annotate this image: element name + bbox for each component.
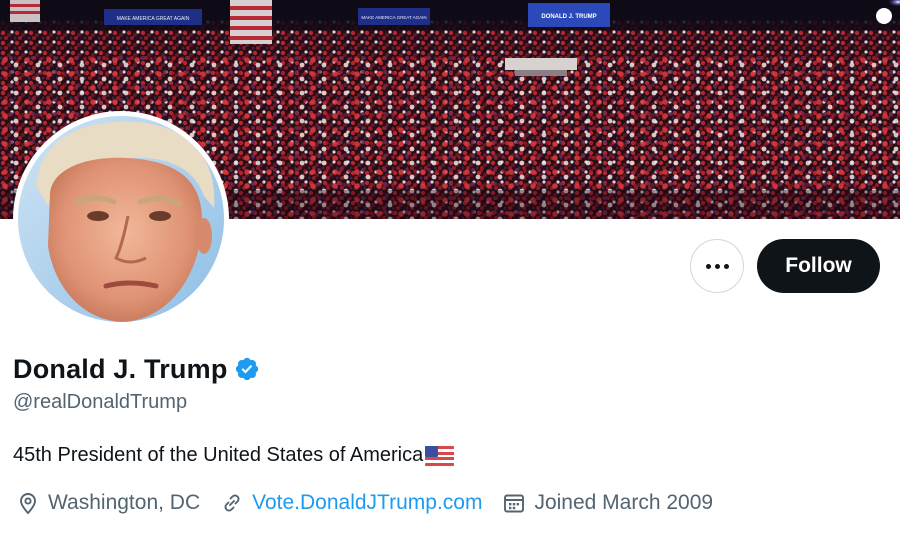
profile-meta-row: Washington, DC Vote.DonaldJTrump.com Joi… [16,491,713,515]
joined-text: Joined March 2009 [534,491,714,514]
profile-bio: 45th President of the United States of A… [13,444,424,466]
profile-website[interactable]: Vote.DonaldJTrump.com [220,491,482,515]
us-flag-icon [425,445,455,466]
banner-sign-1: MAKE AMERICA GREAT AGAIN [117,16,190,22]
follow-button[interactable]: Follow [757,239,880,293]
banner-sign-2: MAKE AMERICA GREAT AGAIN [361,15,426,20]
profile-avatar[interactable] [13,111,229,327]
profile-name-row: Donald J. Trump [13,351,260,387]
profile-page: MAKE AMERICA GREAT AGAIN MAKE AMERICA GR… [0,0,900,534]
verified-badge-icon[interactable] [234,356,260,382]
avatar-photo [18,116,224,322]
website-link[interactable]: Vote.DonaldJTrump.com [252,491,482,515]
link-icon [224,494,240,512]
profile-bio-row: 45th President of the United States of A… [13,444,455,467]
more-options-button[interactable] [690,239,744,293]
calendar-icon [504,494,525,513]
display-name: Donald J. Trump [13,353,228,384]
profile-location: Washington, DC [16,491,200,515]
location-pin-icon [20,493,36,515]
more-horizontal-icon [705,263,729,269]
location-text: Washington, DC [48,491,201,514]
profile-handle: @realDonaldTrump [13,391,188,413]
banner-sign-3: DONALD J. TRUMP [541,14,596,20]
profile-joined: Joined March 2009 [502,491,713,515]
